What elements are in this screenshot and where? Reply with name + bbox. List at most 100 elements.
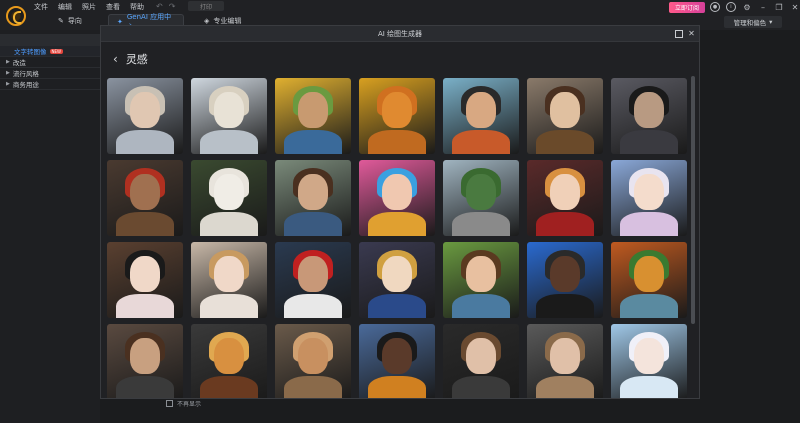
tile-body [368, 212, 426, 236]
redo-icon[interactable]: ↷ [169, 2, 176, 11]
tile-body [284, 212, 342, 236]
inspiration-image-tile[interactable] [527, 242, 603, 318]
tile-body [200, 212, 258, 236]
new-badge: NEW [49, 48, 63, 54]
close-icon[interactable]: ✕ [790, 2, 800, 12]
inspiration-image-tile[interactable] [191, 160, 267, 236]
inspiration-image-tile[interactable] [275, 242, 351, 318]
tile-face [130, 174, 160, 210]
tile-face [466, 256, 496, 292]
manage-label: 管理和偏色 [733, 19, 767, 27]
tile-face [298, 256, 328, 292]
manage-button[interactable]: 管理和偏色 ▾ [724, 16, 782, 28]
menu-view[interactable]: 查看 [106, 2, 120, 12]
left-item-business[interactable]: ▶ 商务用途 [0, 79, 100, 90]
inspiration-image-tile[interactable] [191, 78, 267, 154]
tile-face [466, 338, 496, 374]
tile-face [382, 338, 412, 374]
menu-help[interactable]: 帮助 [130, 2, 144, 12]
left-panel: 文字转图像 NEW ▶ 改造 ▶ 流行风格 ▶ 商务用途 [0, 30, 100, 423]
dont-show-label: 不再显示 [177, 401, 202, 408]
dont-show-again[interactable]: 不再显示 [166, 399, 201, 408]
maximize-icon[interactable] [674, 29, 683, 38]
tile-body [620, 212, 678, 236]
tile-face [382, 92, 412, 128]
tile-body [116, 130, 174, 154]
inspiration-image-tile[interactable] [359, 324, 435, 398]
menu-edit[interactable]: 编辑 [58, 2, 72, 12]
menu-photo[interactable]: 照片 [82, 2, 96, 12]
tile-face [214, 92, 244, 128]
left-item-label: 流行风格 [12, 70, 39, 78]
inspiration-image-tile[interactable] [527, 78, 603, 154]
inspiration-grid [107, 78, 687, 398]
minimize-icon[interactable]: – [758, 2, 768, 12]
left-item-text-to-image[interactable]: 文字转图像 NEW [0, 46, 100, 57]
inspiration-image-tile[interactable] [191, 324, 267, 398]
inspiration-image-tile[interactable] [359, 160, 435, 236]
menu-file[interactable]: 文件 [34, 2, 48, 12]
close-icon[interactable]: ✕ [687, 29, 696, 38]
undo-icon[interactable]: ↶ [156, 2, 163, 11]
inspiration-image-tile[interactable] [107, 242, 183, 318]
tile-face [130, 256, 160, 292]
left-item-popular-style[interactable]: ▶ 流行风格 [0, 68, 100, 79]
tile-face [550, 256, 580, 292]
inspiration-image-tile[interactable] [611, 160, 687, 236]
inspiration-image-tile[interactable] [443, 242, 519, 318]
inspiration-image-tile[interactable] [359, 78, 435, 154]
scrollbar[interactable] [691, 76, 695, 324]
tile-face [466, 174, 496, 210]
undo-redo: ↶ ↷ [156, 2, 175, 11]
inspiration-image-tile[interactable] [527, 324, 603, 398]
tile-face [634, 174, 664, 210]
tile-face [214, 256, 244, 292]
inspiration-image-tile[interactable] [611, 242, 687, 318]
triangle-right-icon: ▶ [6, 70, 10, 76]
tile-body [536, 376, 594, 398]
inspiration-image-tile[interactable] [359, 242, 435, 318]
back-icon[interactable]: ‹ [113, 52, 118, 66]
tile-face [466, 92, 496, 128]
left-item-label: 文字转图像 [14, 48, 47, 56]
inspiration-image-tile[interactable] [107, 160, 183, 236]
left-item-label: 商务用途 [12, 81, 39, 89]
inspiration-image-tile[interactable] [275, 78, 351, 154]
tile-face [550, 174, 580, 210]
print-button[interactable]: 打印 [188, 1, 224, 11]
tile-body [116, 376, 174, 398]
inspiration-image-tile[interactable] [527, 160, 603, 236]
tile-face [634, 338, 664, 374]
inspiration-image-tile[interactable] [107, 324, 183, 398]
gear-icon[interactable]: ⚙ [742, 2, 752, 12]
inspiration-image-tile[interactable] [275, 160, 351, 236]
info-icon[interactable]: i [726, 2, 736, 12]
tile-body [620, 294, 678, 318]
inspiration-image-tile[interactable] [443, 324, 519, 398]
inspiration-image-tile[interactable] [611, 324, 687, 398]
window-controls: ● i ⚙ – ❐ ✕ [710, 2, 800, 12]
tile-body [536, 130, 594, 154]
tab-guide[interactable]: ✎ 导向 [50, 14, 90, 28]
checkbox[interactable] [166, 400, 173, 407]
tile-body [452, 130, 510, 154]
tile-body [284, 376, 342, 398]
subscribe-button[interactable]: 立即订阅 [669, 2, 705, 13]
cube-icon: ◈ [204, 17, 210, 25]
inspiration-image-tile[interactable] [191, 242, 267, 318]
inspiration-image-tile[interactable] [275, 324, 351, 398]
right-panel [700, 30, 800, 423]
section-title: 灵感 [125, 53, 148, 66]
subscribe-label: 立即订阅 [674, 5, 699, 12]
restore-icon[interactable]: ❐ [774, 2, 784, 12]
inspiration-image-tile[interactable] [107, 78, 183, 154]
left-item-transform[interactable]: ▶ 改造 [0, 57, 100, 68]
inspiration-image-tile[interactable] [443, 160, 519, 236]
inspiration-image-tile[interactable] [443, 78, 519, 154]
account-icon[interactable]: ● [710, 2, 720, 12]
print-label: 打印 [199, 3, 212, 11]
inspiration-image-tile[interactable] [611, 78, 687, 154]
triangle-right-icon: ▶ [6, 59, 10, 65]
chevron-down-icon: ▾ [769, 18, 773, 26]
inspiration-header: ‹ 灵感 [113, 51, 148, 67]
